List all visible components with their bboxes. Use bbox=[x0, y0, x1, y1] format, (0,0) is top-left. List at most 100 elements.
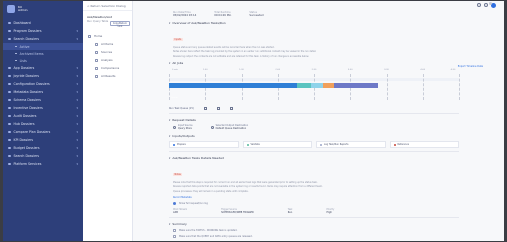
checkbox[interactable] bbox=[173, 228, 176, 232]
sidebar-item[interactable]: Audit Dossiers ▾ bbox=[3, 112, 83, 120]
nav-icon bbox=[8, 154, 11, 158]
summary-checklist-header[interactable]: ▾ Summary bbox=[169, 222, 459, 226]
timeline-bar[interactable] bbox=[322, 83, 335, 89]
timeline-bar-label: Queue bbox=[171, 97, 178, 100]
brand[interactable]: KU Admin bbox=[3, 1, 83, 19]
chevron-down-icon: ▾ bbox=[169, 222, 171, 226]
panel-menu-item[interactable]: Home bbox=[83, 32, 132, 40]
notification-icon[interactable] bbox=[477, 3, 481, 7]
chevron-down-icon: ▾ bbox=[169, 118, 171, 122]
timeline-section-header[interactable]: ▾ All Jobs bbox=[169, 61, 459, 65]
chevron-down-icon: ▾ bbox=[76, 82, 78, 86]
chevron-down-icon: ▾ bbox=[169, 21, 171, 25]
radio-option[interactable]: Selected Output Destination Default Queue… bbox=[210, 124, 248, 130]
sidebar-item[interactable]: Archived Items bbox=[3, 50, 83, 57]
sidebar-item[interactable]: Metadata Dossiers ▾ bbox=[3, 88, 83, 96]
timeline-bar[interactable] bbox=[296, 83, 312, 89]
sidebar-item[interactable]: Joyride Dossiers ▾ bbox=[3, 72, 83, 80]
summary-row: Run Date/Time 05/02/2024 03:14 Total Runti… bbox=[173, 11, 459, 17]
nav-icon bbox=[8, 106, 11, 110]
checkbox[interactable] bbox=[173, 234, 176, 238]
panel-menu-item[interactable]: Sources bbox=[83, 48, 132, 56]
chevron-down-icon: ▾ bbox=[76, 146, 78, 150]
checklist-item[interactable]: Do not perform RUN or anything that the … bbox=[173, 240, 459, 241]
panel-menu-item[interactable]: Comparisons bbox=[83, 64, 132, 72]
panel-menu-label: Analysis bbox=[101, 58, 113, 62]
sidebar-item-label: Compare Plan Dossiers bbox=[13, 130, 51, 134]
step-card[interactable]: Reference bbox=[389, 141, 459, 149]
timeline-bar[interactable] bbox=[334, 83, 378, 89]
info-icon[interactable] bbox=[489, 2, 492, 5]
nav-icon bbox=[8, 29, 11, 33]
sidebar-item[interactable]: Compare Plan Dossiers ▾ bbox=[3, 128, 83, 136]
sidebar-item[interactable]: Search Dossiers ▾ bbox=[3, 35, 83, 43]
sidebar-item[interactable]: Active bbox=[3, 43, 83, 50]
help-icon[interactable] bbox=[484, 3, 488, 7]
bullet-icon bbox=[15, 52, 17, 55]
sidebar-item[interactable]: Configuration Dossiers ▾ bbox=[3, 80, 83, 88]
step-card-label: Validate bbox=[250, 143, 260, 147]
timeline-tick-label: 3:00 bbox=[347, 69, 353, 72]
sidebar-item-label: Incentive Dossiers bbox=[13, 106, 43, 110]
radio-option[interactable]: Input Source Query Store bbox=[173, 124, 193, 130]
sidebar-item[interactable]: KPI Dossiers ▾ bbox=[3, 136, 83, 144]
sidebar-item[interactable]: Platform Services ▾ bbox=[3, 160, 83, 168]
timeline-chart: Export Timeline Data 0 min 1:00 1:30 2:00 2:… bbox=[169, 65, 483, 105]
toggle-icon bbox=[173, 201, 176, 205]
chevron-down-icon: ▾ bbox=[76, 130, 78, 134]
sidebar-item[interactable]: Schema Dossiers ▾ bbox=[3, 96, 83, 104]
sidebar-item[interactable]: Search Dossiers ▾ bbox=[3, 152, 83, 160]
sidebar-item[interactable]: Program Dossiers ▾ bbox=[3, 27, 83, 35]
sidebar-item-label: Archived Items bbox=[19, 51, 44, 56]
next-icon[interactable] bbox=[216, 107, 220, 111]
nav-icon bbox=[8, 66, 11, 70]
divider bbox=[169, 217, 459, 219]
sidebar-item[interactable]: Budget Dossiers ▾ bbox=[3, 144, 83, 152]
paragraph: Please note that this step is required f… bbox=[173, 180, 318, 184]
panel-menu-item[interactable]: Analysis bbox=[83, 56, 132, 64]
export-timeline-link[interactable]: Export Timeline Data bbox=[458, 65, 483, 68]
timeline-bar[interactable]: Queue bbox=[169, 83, 297, 99]
details-text: Please note that this step is required f… bbox=[169, 181, 459, 194]
sidebar-item[interactable]: Lists bbox=[3, 57, 83, 64]
back-breadcrumb[interactable]: < Return Selection Dialog bbox=[83, 1, 132, 11]
record-metadata-link[interactable]: Record Metadata bbox=[173, 196, 459, 199]
sidebar-item-label: Hub Dossiers bbox=[13, 122, 35, 126]
zoom-icon[interactable] bbox=[229, 107, 233, 111]
sidebar-item[interactable]: Hub Dossiers ▾ bbox=[3, 120, 83, 128]
metadata-field: Task Run bbox=[288, 208, 293, 214]
show-log-toggle[interactable]: Show full request/run log bbox=[173, 201, 459, 205]
copy-link-button[interactable]: Copy/Return Link bbox=[110, 21, 130, 28]
paragraph: Queue processes: they will remain in a p… bbox=[173, 190, 249, 194]
panel-menu-label: Comparisons bbox=[101, 66, 120, 70]
sidebar-item-label: Budget Dossiers bbox=[13, 146, 40, 150]
prev-icon[interactable] bbox=[203, 107, 207, 111]
sidebar-item-label: Search Dossiers bbox=[13, 37, 40, 41]
summary-field-value: 00:04:26 Min bbox=[214, 14, 232, 17]
sidebar-item-label: KPI Dossiers bbox=[13, 138, 34, 142]
panel-menu-item[interactable]: All Items bbox=[83, 40, 132, 48]
details-needed-header[interactable]: ▾ Ask/NewRun Tasks Details Needed bbox=[169, 156, 459, 160]
sidebar-item[interactable]: Incentive Dossiers ▾ bbox=[3, 104, 83, 112]
sidebar-item-label: Program Dossiers bbox=[13, 29, 42, 33]
sidebar-item[interactable]: Dashboard bbox=[3, 19, 83, 27]
timeline-tick-label: 0 min bbox=[172, 69, 178, 72]
radio-icon bbox=[210, 125, 214, 129]
sidebar-item-label: Audit Dossiers bbox=[13, 114, 37, 118]
main-content: Run Date/Time 05/02/2024 03:14 Total Runti… bbox=[133, 1, 504, 241]
page-icon bbox=[95, 50, 98, 54]
checklist-item[interactable]: Make sure that the QUERY and DATA entry … bbox=[173, 234, 459, 238]
step-card[interactable]: Prepare bbox=[169, 141, 239, 149]
panel-menu-item[interactable]: All Results bbox=[83, 72, 132, 80]
sidebar-item-label: Platform Services bbox=[13, 162, 42, 166]
timeline-bar[interactable] bbox=[311, 83, 323, 89]
inputs-outputs-header[interactable]: ▾ Inputs/Outputs bbox=[169, 134, 459, 138]
timeline-tick-label: 2:00 bbox=[275, 69, 281, 72]
page-icon bbox=[95, 66, 98, 70]
step-card[interactable]: Validate bbox=[242, 141, 312, 149]
step-card[interactable]: Log Task/Run Reports bbox=[316, 141, 386, 149]
checklist-item[interactable]: Make sure the STATUS - WORKING task is u… bbox=[173, 228, 459, 232]
page-icon bbox=[95, 42, 98, 46]
overview-section-header[interactable]: ▾ Overview of Ask/NewRun Tasks/Run bbox=[169, 21, 459, 25]
sidebar-item[interactable]: App Dossiers ▾ bbox=[3, 64, 83, 72]
